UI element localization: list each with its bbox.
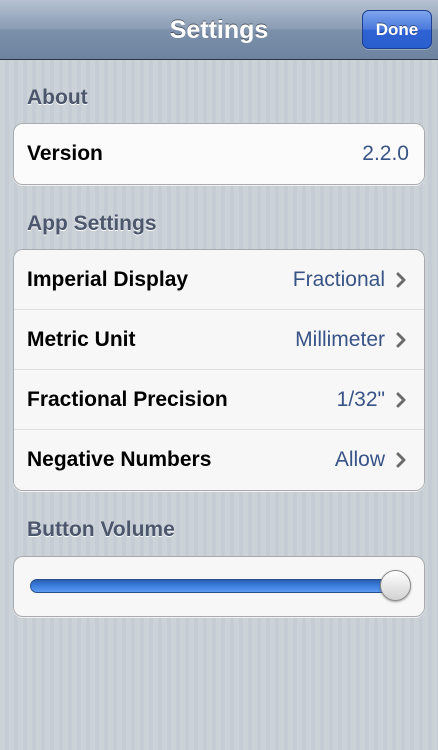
- done-button[interactable]: Done: [362, 10, 432, 49]
- volume-slider-track[interactable]: [30, 579, 400, 593]
- metric-unit-value: Millimeter: [295, 328, 385, 351]
- version-label: Version: [27, 142, 103, 165]
- fractional-precision-label: Fractional Precision: [27, 388, 228, 411]
- section-header-about: About: [27, 86, 88, 109]
- negative-numbers-label: Negative Numbers: [27, 448, 212, 471]
- chevron-right-icon: [396, 392, 406, 408]
- imperial-display-value: Fractional: [292, 268, 385, 291]
- volume-slider-thumb[interactable]: [380, 570, 411, 601]
- app-settings-group: Imperial Display Fractional Metric Unit …: [13, 249, 425, 491]
- version-value: 2.2.0: [362, 142, 409, 165]
- about-group: Version 2.2.0: [13, 123, 425, 185]
- negative-numbers-value: Allow: [334, 448, 385, 471]
- navigation-bar: Settings Done: [0, 0, 438, 60]
- chevron-right-icon: [396, 272, 406, 288]
- section-header-button-volume: Button Volume: [27, 518, 175, 541]
- negative-numbers-cell[interactable]: Negative Numbers Allow: [14, 430, 424, 490]
- chevron-right-icon: [396, 332, 406, 348]
- metric-unit-label: Metric Unit: [27, 328, 136, 351]
- section-header-app-settings: App Settings: [27, 212, 157, 235]
- chevron-right-icon: [396, 452, 406, 468]
- imperial-display-cell[interactable]: Imperial Display Fractional: [14, 250, 424, 310]
- fractional-precision-cell[interactable]: Fractional Precision 1/32": [14, 370, 424, 430]
- fractional-precision-value: 1/32": [336, 388, 385, 411]
- metric-unit-cell[interactable]: Metric Unit Millimeter: [14, 310, 424, 370]
- version-cell: Version 2.2.0: [14, 124, 424, 184]
- button-volume-group: [13, 556, 425, 617]
- imperial-display-label: Imperial Display: [27, 268, 189, 291]
